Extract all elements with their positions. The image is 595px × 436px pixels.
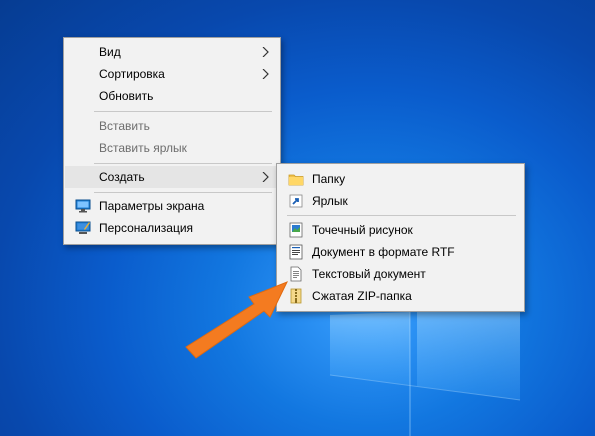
menu-item-display-settings[interactable]: Параметры экрана	[65, 195, 279, 217]
text-document-icon	[290, 266, 302, 282]
submenu-item-text-document[interactable]: Текстовый документ	[278, 263, 523, 285]
submenu-item-label: Папку	[312, 172, 346, 186]
display-settings-icon	[75, 199, 91, 213]
menu-item-refresh[interactable]: Обновить	[65, 85, 279, 107]
menu-item-paste-shortcut[interactable]: Вставить ярлык	[65, 137, 279, 159]
menu-separator	[287, 215, 516, 216]
create-submenu: Папку Ярлык Точечный рисунок Документ в …	[276, 163, 525, 312]
bitmap-icon	[289, 222, 303, 238]
menu-item-label: Вид	[99, 45, 121, 59]
chevron-right-icon	[262, 47, 269, 57]
submenu-item-zip-folder[interactable]: Сжатая ZIP-папка	[278, 285, 523, 307]
submenu-item-label: Сжатая ZIP-папка	[312, 289, 412, 303]
menu-item-label: Сортировка	[99, 67, 165, 81]
chevron-right-icon	[262, 172, 269, 182]
menu-item-label: Вставить ярлык	[99, 141, 187, 155]
menu-item-label: Параметры экрана	[99, 199, 205, 213]
menu-item-label: Обновить	[99, 89, 154, 103]
submenu-item-shortcut[interactable]: Ярлык	[278, 190, 523, 212]
menu-item-personalization[interactable]: Персонализация	[65, 217, 279, 239]
submenu-item-bitmap[interactable]: Точечный рисунок	[278, 219, 523, 241]
shortcut-icon	[289, 194, 303, 208]
chevron-right-icon	[262, 69, 269, 79]
folder-icon	[288, 174, 304, 186]
submenu-item-rtf-document[interactable]: Документ в формате RTF	[278, 241, 523, 263]
submenu-item-label: Текстовый документ	[312, 267, 426, 281]
submenu-item-label: Ярлык	[312, 194, 348, 208]
desktop-context-menu: Вид Сортировка Обновить Вставить Вставит…	[63, 37, 281, 245]
submenu-item-label: Точечный рисунок	[312, 223, 413, 237]
rtf-document-icon	[289, 244, 303, 260]
menu-item-label: Персонализация	[99, 221, 194, 235]
zip-folder-icon	[290, 288, 302, 304]
menu-separator	[94, 192, 272, 193]
menu-item-label: Вставить	[99, 119, 150, 133]
menu-item-create[interactable]: Создать	[65, 166, 279, 188]
menu-separator	[94, 111, 272, 112]
menu-item-paste[interactable]: Вставить	[65, 115, 279, 137]
submenu-item-folder[interactable]: Папку	[278, 168, 523, 190]
submenu-item-label: Документ в формате RTF	[312, 245, 455, 259]
menu-item-label: Создать	[99, 170, 145, 184]
menu-item-view[interactable]: Вид	[65, 41, 279, 63]
menu-separator	[94, 163, 272, 164]
menu-item-sort[interactable]: Сортировка	[65, 63, 279, 85]
personalization-icon	[75, 221, 91, 234]
